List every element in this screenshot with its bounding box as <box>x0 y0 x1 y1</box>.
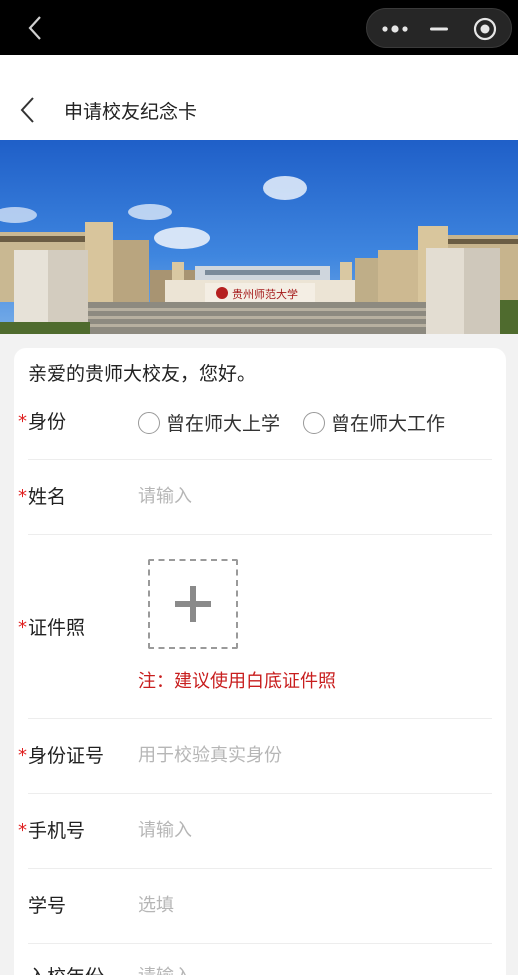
radio-circle-icon <box>303 411 325 434</box>
nav-bar: 申请校友纪念卡 <box>0 55 518 140</box>
divider <box>28 534 492 535</box>
name-input[interactable]: 请输入 <box>138 484 192 510</box>
identity-label: 身份 <box>28 411 67 433</box>
phone-input[interactable]: 请输入 <box>138 818 192 844</box>
enroll-year-input[interactable]: 请输入 <box>138 964 192 975</box>
page-title: 申请校友纪念卡 <box>64 101 198 123</box>
system-bar <box>0 0 518 55</box>
radio-worked[interactable]: 曾在师大工作 <box>303 409 445 436</box>
back-icon[interactable] <box>24 14 48 42</box>
required-mark: * <box>18 820 27 841</box>
id-number-input[interactable]: 用于校验真实身份 <box>138 743 282 769</box>
photo-upload-button[interactable] <box>148 559 238 649</box>
enroll-year-row: 入校年份 请输入 <box>14 944 506 975</box>
id-number-label: 身份证号 <box>28 745 105 767</box>
required-mark: * <box>18 745 27 766</box>
minimize-icon[interactable] <box>429 19 449 39</box>
radio-studied[interactable]: 曾在师大上学 <box>138 409 280 436</box>
student-no-row: 学号 选填 <box>14 869 506 944</box>
name-label: 姓名 <box>28 486 67 508</box>
identity-row: * 身份 曾在师大上学 曾在师大工作 <box>14 396 506 460</box>
phone-label: 手机号 <box>28 820 86 842</box>
photo-label: 证件照 <box>28 617 86 639</box>
photo-note: 注：建议使用白底证件照 <box>138 671 336 692</box>
campus-photo: 贵州师范大学 <box>0 140 518 334</box>
student-no-input[interactable]: 选填 <box>138 893 174 919</box>
form-card: 亲爱的贵师大校友，您好。 * 身份 曾在师大上学 曾在师大工作 * 姓名 请输入… <box>14 348 506 975</box>
back-icon[interactable] <box>18 95 38 125</box>
menu-capsule <box>366 8 512 48</box>
campus-banner: 贵州师范大学 <box>0 140 518 334</box>
student-no-label: 学号 <box>28 895 67 917</box>
phone-row: * 手机号 请输入 <box>14 794 506 869</box>
required-mark: * <box>18 486 27 507</box>
enroll-year-label: 入校年份 <box>28 964 104 975</box>
required-mark: * <box>18 617 27 638</box>
greeting-text: 亲爱的贵师大校友，您好。 <box>28 363 257 385</box>
name-row: * 姓名 请输入 <box>14 460 506 535</box>
close-icon[interactable] <box>473 17 497 41</box>
id-number-row: * 身份证号 用于校验真实身份 <box>14 719 506 794</box>
campus-sign-text: 贵州师范大学 <box>232 287 298 301</box>
more-icon[interactable] <box>381 19 409 39</box>
radio-worked-label: 曾在师大工作 <box>331 413 446 435</box>
radio-circle-icon <box>138 411 160 434</box>
plus-icon <box>175 586 211 622</box>
required-mark: * <box>18 411 27 432</box>
radio-studied-label: 曾在师大上学 <box>166 413 281 435</box>
